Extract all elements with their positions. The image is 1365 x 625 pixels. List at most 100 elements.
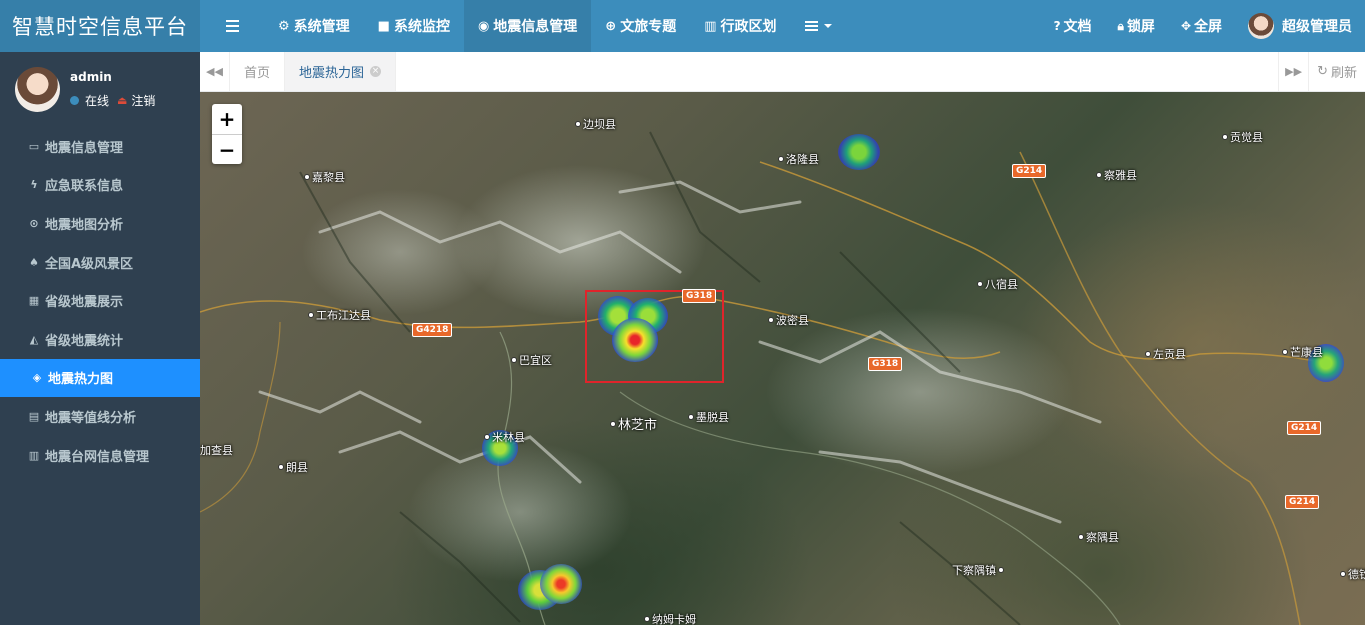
fullscreen-button[interactable]: ✥ 全屏 [1168, 0, 1235, 52]
list-icon [804, 25, 818, 27]
heatmap-map[interactable]: 边坝县 洛隆县 贡觉县 嘉黎县 察雅县 八宿县 工布江达县 波密县 巴宜区 左贡… [200, 92, 1365, 625]
heat-spot [540, 564, 582, 604]
avatar [15, 67, 60, 112]
sidebar-item-label: 地震热力图 [48, 372, 114, 388]
topnav-earthquake-info[interactable]: ◉ 地震信息管理 [463, 0, 592, 52]
topnav-system-management[interactable]: ⚙ 系统管理 [264, 0, 364, 52]
refresh-button[interactable]: ↻ 刷新 [1308, 52, 1365, 91]
place-label-city: 林芝市 [610, 414, 657, 433]
place-label: 察隅县 [1078, 529, 1119, 545]
map-marker-icon: ◉ [477, 18, 490, 34]
place-label: 左贡县 [1145, 346, 1186, 362]
sidebar-item-heatmap[interactable]: ◈ 地震热力图 [0, 358, 200, 398]
gear-icon: ⚙ [278, 18, 290, 34]
sidebar-item-label: 全国A级风景区 [45, 256, 134, 272]
sidebar-item-map-analysis[interactable]: ⊙ 地震地图分析 [0, 204, 200, 243]
dot-circle-icon: ⊙ [29, 216, 39, 230]
scroll-tabs-left-button[interactable]: ◀◀ [200, 52, 230, 91]
lock-screen-button[interactable]: 🔒︎ 锁屏 [1105, 0, 1168, 52]
sidebar-item-label: 地震信息管理 [45, 140, 124, 156]
topnav-more-dropdown[interactable] [791, 0, 846, 52]
question-circle-icon: ? [1053, 19, 1061, 33]
area-chart-icon: ◭ [29, 332, 39, 346]
backward-icon: ◀◀ [206, 65, 223, 78]
place-label: 八宿县 [977, 276, 1018, 292]
place-label: 边坝县 [575, 116, 616, 132]
place-label: 芒康县 [1282, 344, 1323, 360]
bank-icon: ▥ [28, 448, 40, 462]
sidebar-item-label: 地震台网信息管理 [45, 449, 150, 465]
topnav-label: 文旅专题 [620, 19, 677, 35]
video-icon: ■ [377, 18, 390, 34]
scroll-tabs-right-button[interactable]: ▶▶ [1278, 52, 1308, 91]
app-title[interactable]: 智慧时空信息平台 [0, 0, 200, 52]
fullscreen-label: 全屏 [1194, 19, 1222, 35]
road-shield: G214 [1285, 495, 1320, 509]
lock-label: 锁屏 [1126, 19, 1155, 35]
caret-down-icon [823, 24, 832, 28]
sidebar-item-scenic-areas[interactable]: ♠ 全国A级风景区 [0, 243, 200, 282]
tabs-right-controls: ▶▶ ↻ 刷新 [1278, 52, 1365, 91]
user-status: 在线 ⏏ 注销 [70, 92, 155, 109]
place-label: 墨脱县 [688, 409, 729, 425]
sidebar-menu: ▭ 地震信息管理 ϟ 应急联系信息 ⊙ 地震地图分析 ♠ 全国A级风景区 ▦ 省级地震展示… [0, 127, 200, 474]
road-shield: G214 [1287, 421, 1322, 435]
lock-icon: 🔒︎ [1117, 18, 1124, 33]
zoom-control: + − [212, 104, 242, 164]
place-label: 贡觉县 [1222, 129, 1263, 145]
tab-home[interactable]: 首页 [230, 52, 286, 91]
sidebar-item-label: 应急联系信息 [45, 179, 124, 195]
place-label: 加查县 [200, 444, 233, 457]
sidebar-item-label: 省级地震统计 [45, 333, 124, 349]
zoom-in-button[interactable]: + [212, 104, 242, 134]
sidebar-item-province-display[interactable]: ▦ 省级地震展示 [0, 281, 200, 320]
avatar [1248, 13, 1274, 39]
place-label: 察雅县 [1096, 167, 1137, 183]
selection-box [585, 290, 724, 383]
bolt-icon: ϟ [30, 178, 38, 192]
online-dot-icon [70, 96, 79, 105]
forward-icon: ▶▶ [1285, 65, 1303, 78]
place-label: 纳姆卡姆 [644, 611, 696, 625]
online-label: 在线 [85, 94, 110, 108]
sidebar-item-label: 地震等值线分析 [45, 410, 137, 426]
topnav-system-monitor[interactable]: ■ 系统监控 [364, 0, 464, 52]
close-icon[interactable]: × [370, 66, 382, 77]
sidebar-item-label: 省级地震展示 [45, 295, 124, 311]
heat-spot [838, 134, 880, 170]
sidebar-item-station-network[interactable]: ▥ 地震台网信息管理 [0, 436, 200, 475]
topnav-label: 地震信息管理 [493, 19, 578, 35]
place-label: 巴宜区 [511, 352, 552, 368]
place-label: 嘉黎县 [304, 169, 345, 185]
place-label: 德钦 [1340, 566, 1365, 582]
place-label: 米林县 [484, 429, 525, 445]
docs-label: 文档 [1063, 19, 1092, 35]
road-shield: G4218 [412, 323, 453, 337]
tab-label: 地震热力图 [299, 66, 365, 81]
top-nav: ⚙ 系统管理 ■ 系统监控 ◉ 地震信息管理 ⊕ 文旅专题 ▥ 行政区划 [264, 0, 846, 52]
barcode-icon: ▤ [28, 409, 40, 423]
tree-icon: ♠ [29, 255, 39, 269]
sidebar-item-emergency-contacts[interactable]: ϟ 应急联系信息 [0, 166, 200, 205]
user-name-label: 超级管理员 [1282, 19, 1352, 35]
page-tabs-bar: ◀◀ 首页 地震热力图 × ▶▶ ↻ 刷新 [200, 52, 1365, 92]
sidebar-item-province-stats[interactable]: ◭ 省级地震统计 [0, 320, 200, 359]
globe-icon: ⊕ [605, 18, 617, 34]
sidebar: admin 在线 ⏏ 注销 ▭ 地震信息管理 ϟ 应急联系信息 ⊙ 地震地图分析 ♠ 全… [0, 52, 200, 625]
place-label: 洛隆县 [778, 151, 819, 167]
user-menu[interactable]: 超级管理员 [1235, 0, 1365, 52]
sidebar-item-earthquake-info[interactable]: ▭ 地震信息管理 [0, 127, 200, 166]
topnav-admin-division[interactable]: ▥ 行政区划 [690, 0, 790, 52]
tab-heatmap[interactable]: 地震热力图 × [285, 52, 397, 91]
hdd-icon: ▭ [28, 139, 40, 153]
road-shield: G214 [1012, 164, 1047, 178]
sidebar-item-contour-analysis[interactable]: ▤ 地震等值线分析 [0, 397, 200, 436]
sidebar-toggle-button[interactable] [200, 0, 264, 52]
cube-icon: ◈ [32, 371, 42, 385]
user-name: admin [70, 70, 112, 84]
sidebar-item-label: 地震地图分析 [45, 217, 124, 233]
logout-link[interactable]: 注销 [131, 92, 155, 109]
zoom-out-button[interactable]: − [212, 134, 242, 164]
topnav-culture-tourism[interactable]: ⊕ 文旅专题 [591, 0, 690, 52]
docs-button[interactable]: ? 文档 [1041, 0, 1105, 52]
